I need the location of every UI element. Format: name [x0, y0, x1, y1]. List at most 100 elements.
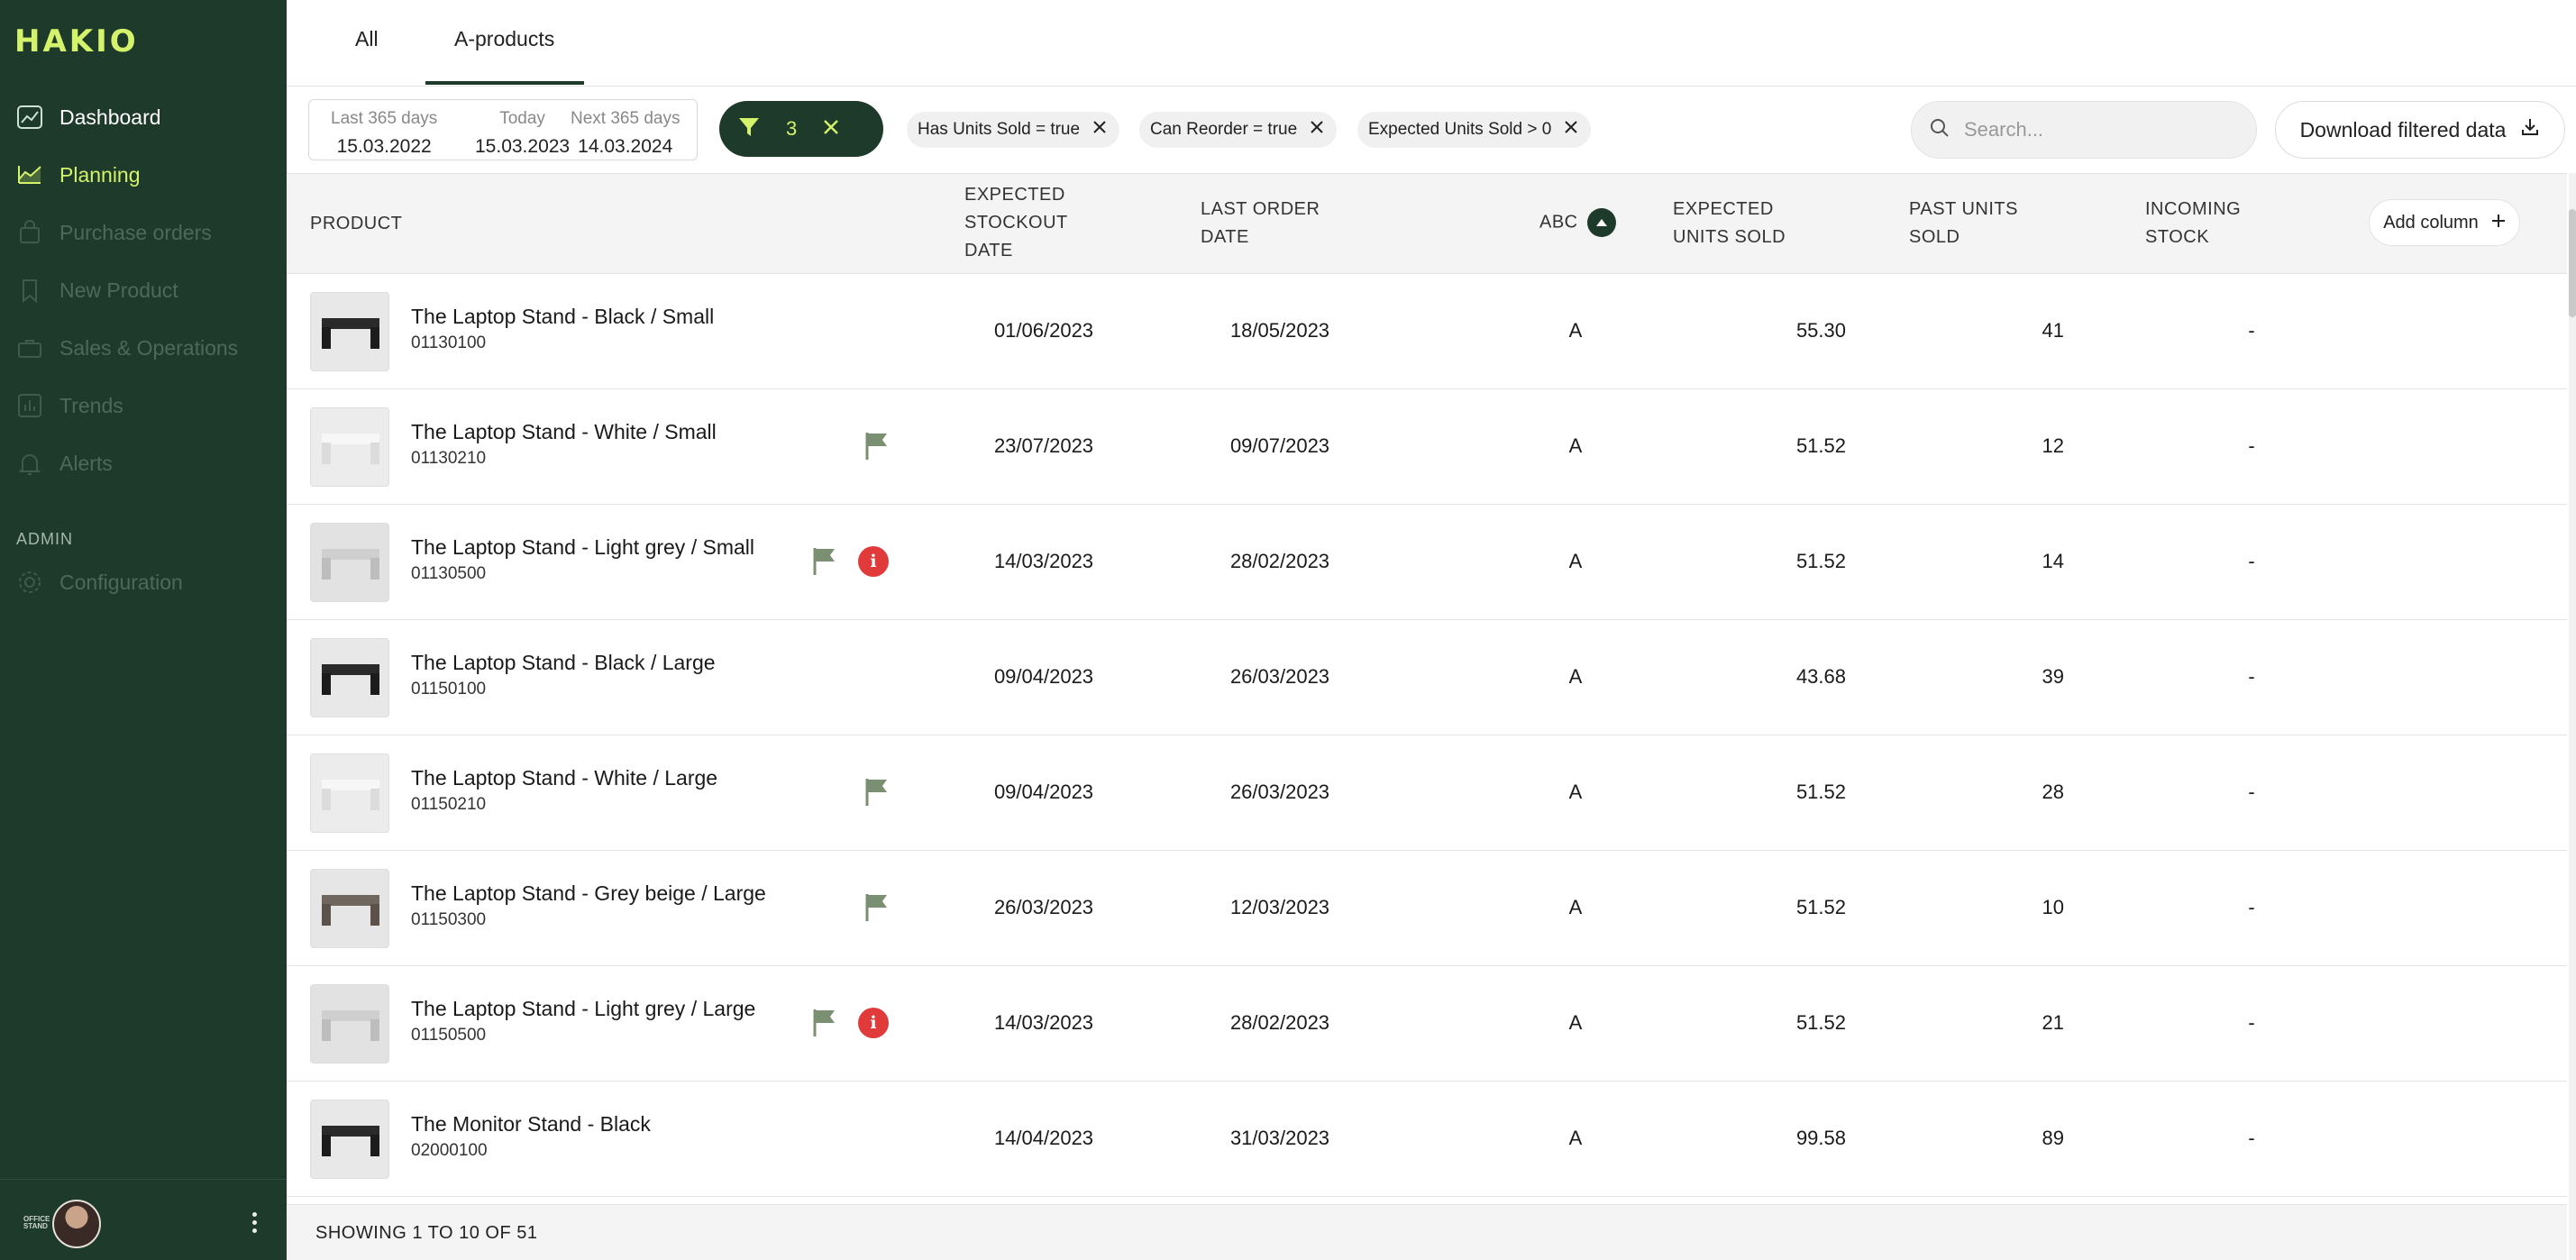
trend-chart-icon: [16, 104, 43, 131]
sidebar-item-planning[interactable]: Planning: [16, 157, 141, 193]
download-filtered-data-button[interactable]: Download filtered data: [2275, 101, 2565, 159]
tab-all[interactable]: All: [355, 27, 379, 51]
product-sku: 01130500: [411, 564, 487, 583]
product-name[interactable]: The Laptop Stand - Grey beige / Large: [411, 881, 766, 906]
table-row[interactable]: The Laptop Stand - White / Small 01130210…: [287, 389, 2567, 505]
search-input[interactable]: [1964, 118, 2234, 142]
product-name[interactable]: The Laptop Stand - White / Small: [411, 420, 717, 444]
cell-abc: A: [1568, 319, 1583, 342]
cell-expected-stockout-date: 14/04/2023: [993, 1127, 1094, 1149]
product-name[interactable]: The Laptop Stand - White / Large: [411, 766, 717, 790]
cell-expected-units-sold: 51.52: [1795, 781, 1846, 803]
sidebar-item-sales-operations[interactable]: Sales & Operations: [16, 330, 238, 366]
column-header-product[interactable]: PRODUCT: [310, 210, 402, 238]
filter-chip-has-units-sold: Has Units Sold = true: [907, 112, 1120, 148]
cell-incoming-stock: -: [2248, 665, 2255, 688]
table-row[interactable]: The Laptop Stand - White / Large 01150210…: [287, 735, 2567, 851]
table-row[interactable]: The Laptop Stand - Black / Small 01130100…: [287, 274, 2567, 389]
sidebar-item-new-product[interactable]: New Product: [16, 272, 178, 308]
company-mini-logo: OFFICE STAND: [23, 1215, 50, 1230]
product-name[interactable]: The Laptop Stand - Light grey / Small: [411, 535, 754, 560]
table-row[interactable]: The Laptop Stand - Grey beige / Large 011…: [287, 851, 2567, 966]
sidebar-item-configuration[interactable]: Configuration: [16, 564, 183, 600]
cell-expected-units-sold: 51.52: [1795, 896, 1846, 918]
product-name[interactable]: The Monitor Stand - Black: [411, 1112, 651, 1137]
close-icon[interactable]: [1310, 120, 1324, 140]
column-header-past-units-sold[interactable]: PAST UNITS SOLD: [1909, 196, 2018, 251]
product-sku: 01150210: [411, 795, 487, 814]
cell-expected-stockout-date: 26/03/2023: [993, 896, 1094, 918]
product-name[interactable]: The Laptop Stand - Black / Small: [411, 305, 714, 329]
sidebar-item-trends[interactable]: Trends: [16, 388, 123, 424]
download-icon: [2520, 117, 2540, 142]
cell-past-units-sold: 21: [2042, 1011, 2064, 1034]
cell-last-order-date: 12/03/2023: [1229, 896, 1330, 918]
close-icon[interactable]: [1564, 120, 1578, 140]
sidebar-item-purchase-orders[interactable]: Purchase orders: [16, 215, 212, 251]
column-header-abc[interactable]: ABC: [1539, 208, 1616, 237]
tab-bar: All A-products: [287, 0, 2576, 87]
product-thumbnail: [310, 1100, 389, 1179]
cell-abc: A: [1568, 665, 1583, 688]
cell-last-order-date: 09/07/2023: [1229, 434, 1330, 457]
sidebar-item-label: Sales & Operations: [59, 335, 239, 360]
sidebar-item-label: Alerts: [59, 451, 113, 475]
table-row[interactable]: The Laptop Stand - Black / Large 01150100…: [287, 620, 2567, 735]
column-header-last-order-date[interactable]: LAST ORDER DATE: [1201, 196, 1320, 251]
product-name[interactable]: The Laptop Stand - Light grey / Large: [411, 997, 755, 1021]
sort-ascending-icon[interactable]: [1586, 208, 1616, 237]
cell-last-order-date: 26/03/2023: [1229, 665, 1330, 688]
active-tab-indicator: [425, 81, 584, 85]
table-scrollbar[interactable]: [2569, 173, 2576, 1260]
app-logo[interactable]: HAKIO: [14, 23, 139, 59]
cell-expected-units-sold: 51.52: [1795, 434, 1846, 457]
sidebar-item-dashboard[interactable]: Dashboard: [16, 99, 161, 135]
product-sku: 02000100: [411, 1141, 488, 1160]
flag-icon[interactable]: [863, 892, 891, 923]
cell-expected-stockout-date: 09/04/2023: [993, 665, 1094, 688]
bookmark-icon: [16, 277, 43, 304]
cell-last-order-date: 31/03/2023: [1229, 1127, 1330, 1149]
flag-icon[interactable]: [811, 546, 838, 577]
flag-icon[interactable]: [863, 431, 891, 461]
product-name[interactable]: The Laptop Stand - Black / Large: [411, 651, 716, 675]
cell-abc: A: [1568, 550, 1583, 572]
cell-expected-units-sold: 51.52: [1795, 550, 1846, 572]
column-header-incoming-stock[interactable]: INCOMING STOCK: [2145, 196, 2241, 251]
product-sku: 01130100: [411, 333, 487, 352]
search-box: [1911, 101, 2257, 159]
filter-summary-button[interactable]: 3: [719, 101, 883, 157]
filter-chip-can-reorder: Can Reorder = true: [1139, 112, 1338, 148]
table-row[interactable]: The Monitor Stand - Black 02000100 14/04/2…: [287, 1082, 2567, 1197]
avatar[interactable]: [52, 1200, 101, 1248]
date-range-selector[interactable]: Last 365 days 15.03.2022 Today 15.03.202…: [308, 99, 698, 160]
tab-a-products[interactable]: A-products: [454, 27, 554, 51]
flag-icon[interactable]: [811, 1008, 838, 1038]
cell-abc: A: [1568, 896, 1583, 918]
flag-icon[interactable]: [863, 777, 891, 808]
alert-info-icon[interactable]: i: [858, 1008, 889, 1038]
sidebar-item-alerts[interactable]: Alerts: [16, 445, 113, 481]
sidebar-footer: OFFICE STAND: [0, 1179, 287, 1260]
cell-past-units-sold: 39: [2042, 665, 2064, 688]
add-column-button[interactable]: Add column: [2369, 199, 2520, 246]
shopping-bag-icon: [16, 219, 43, 246]
date-next-365: Next 365 days 14.03.2024: [571, 109, 681, 157]
alert-info-icon[interactable]: i: [858, 546, 889, 577]
table-row[interactable]: The Laptop Stand - Light grey / Large 011…: [287, 966, 2567, 1082]
sidebar: HAKIO Dashboard Planning Purchase orders…: [0, 0, 287, 1260]
cell-expected-units-sold: 43.68: [1795, 665, 1846, 688]
cell-abc: A: [1568, 1127, 1583, 1149]
scrollbar-thumb[interactable]: [2569, 209, 2576, 317]
column-header-expected-stockout-date[interactable]: EXPECTED STOCKOUT DATE: [964, 181, 1068, 265]
column-header-expected-units-sold[interactable]: EXPECTED UNITS SOLD: [1673, 196, 1786, 251]
product-thumbnail: [310, 984, 389, 1064]
table-header: PRODUCT EXPECTED STOCKOUT DATE LAST ORDE…: [287, 173, 2567, 274]
filter-bar: Last 365 days 15.03.2022 Today 15.03.202…: [287, 87, 2576, 173]
product-thumbnail: [310, 869, 389, 948]
close-icon[interactable]: [1092, 120, 1107, 140]
table-row[interactable]: The Laptop Stand - Light grey / Small 011…: [287, 505, 2567, 620]
sidebar-item-label: Dashboard: [59, 105, 161, 129]
clear-filters-icon[interactable]: [822, 118, 840, 141]
kebab-menu-icon[interactable]: [245, 1212, 263, 1239]
